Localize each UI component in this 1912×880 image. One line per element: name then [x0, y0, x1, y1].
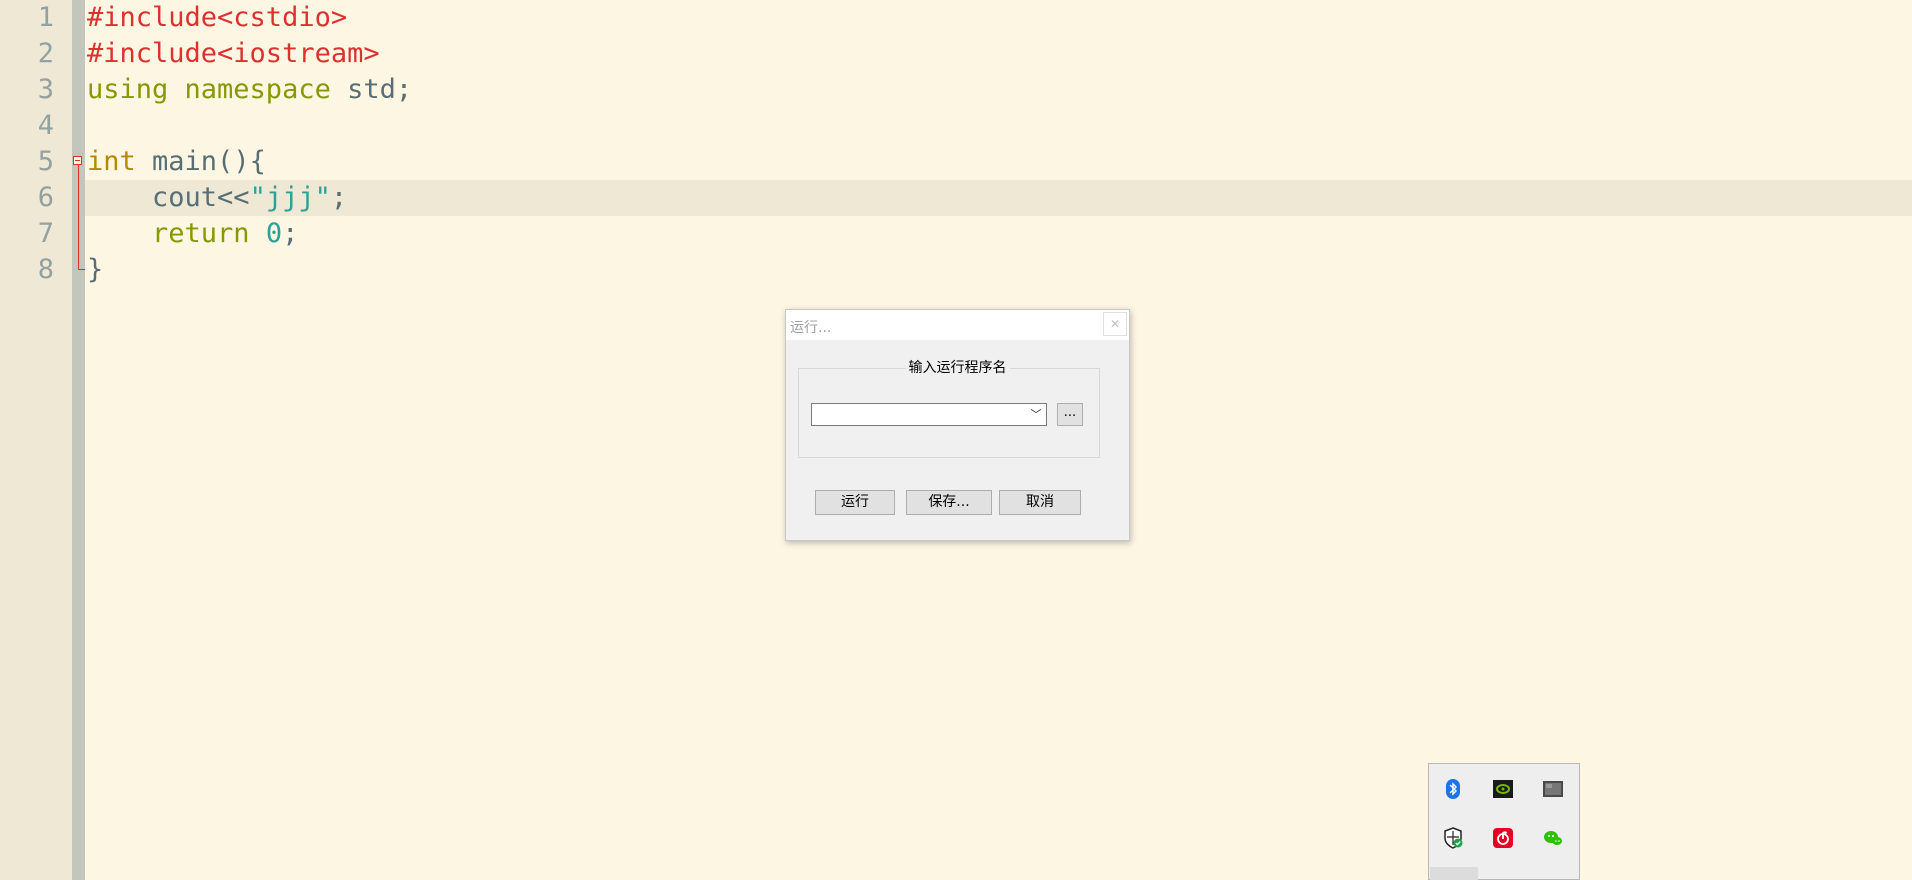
line-number-gutter: 1 2 3 4 5 6 7 8 [0, 0, 72, 880]
wechat-icon[interactable] [1542, 827, 1564, 849]
display-icon[interactable] [1542, 778, 1564, 800]
code-token: "jjj" [249, 182, 331, 213]
line-number: 2 [37, 38, 54, 69]
code-token: using namespace [87, 74, 331, 105]
code-token: #include<iostream> [87, 38, 380, 69]
code-token: int [87, 146, 136, 177]
dialog-titlebar[interactable]: 运行... ✕ [786, 310, 1129, 340]
chevron-down-icon[interactable]: ﹀ [1028, 406, 1044, 423]
close-icon[interactable]: ✕ [1103, 312, 1127, 336]
current-line-highlight [85, 180, 1912, 216]
run-button[interactable]: 运行 [815, 490, 895, 515]
code-line[interactable]: return 0; [87, 216, 298, 252]
line-number: 7 [37, 218, 54, 249]
fold-range-line [78, 165, 79, 270]
program-name-label: 输入运行程序名 [905, 360, 1010, 376]
groupbox-legend: 输入运行程序名 [786, 357, 1129, 377]
nvidia-icon[interactable] [1492, 778, 1514, 800]
code-line[interactable]: int main(){ [87, 144, 266, 180]
browse-button[interactable]: ... [1057, 403, 1083, 426]
tray-overflow-panel [1428, 763, 1580, 880]
program-name-combobox[interactable]: ﹀ [811, 403, 1047, 426]
run-dialog: 运行... ✕ 输入运行程序名 ﹀ ... 运行 保存... 取消 [785, 309, 1130, 541]
code-token: #include<cstdio> [87, 2, 348, 33]
line-number: 6 [37, 182, 54, 213]
line-number: 4 [37, 110, 54, 141]
netease-music-icon[interactable] [1492, 827, 1514, 849]
code-line[interactable]: #include<iostream> [87, 36, 380, 72]
line-number: 8 [37, 254, 54, 285]
code-token: ; [330, 182, 348, 213]
tray-partial-item[interactable] [1430, 867, 1478, 880]
line-number: 3 [37, 74, 54, 105]
security-shield-icon[interactable] [1442, 827, 1464, 849]
code-token: std; [330, 74, 413, 105]
code-line[interactable]: using namespace std; [87, 72, 412, 108]
code-token: ; [282, 218, 299, 249]
fold-margin [72, 0, 85, 880]
code-token: main(){ [135, 146, 266, 177]
code-token: } [87, 254, 104, 285]
code-token: return [87, 218, 250, 249]
code-token: cout<< [87, 182, 250, 213]
code-line[interactable]: } [87, 252, 103, 288]
code-line[interactable]: cout<<"jjj"; [87, 180, 347, 216]
save-button[interactable]: 保存... [906, 490, 992, 515]
fold-range-end [78, 269, 85, 270]
bluetooth-icon[interactable] [1442, 778, 1464, 800]
dialog-title: 运行... [790, 320, 832, 336]
line-number: 1 [37, 2, 54, 33]
code-token: 0 [265, 218, 283, 249]
fold-collapse-icon[interactable] [73, 156, 82, 165]
cancel-button[interactable]: 取消 [999, 490, 1081, 515]
line-number: 5 [37, 146, 54, 177]
code-line[interactable]: #include<cstdio> [87, 0, 347, 36]
